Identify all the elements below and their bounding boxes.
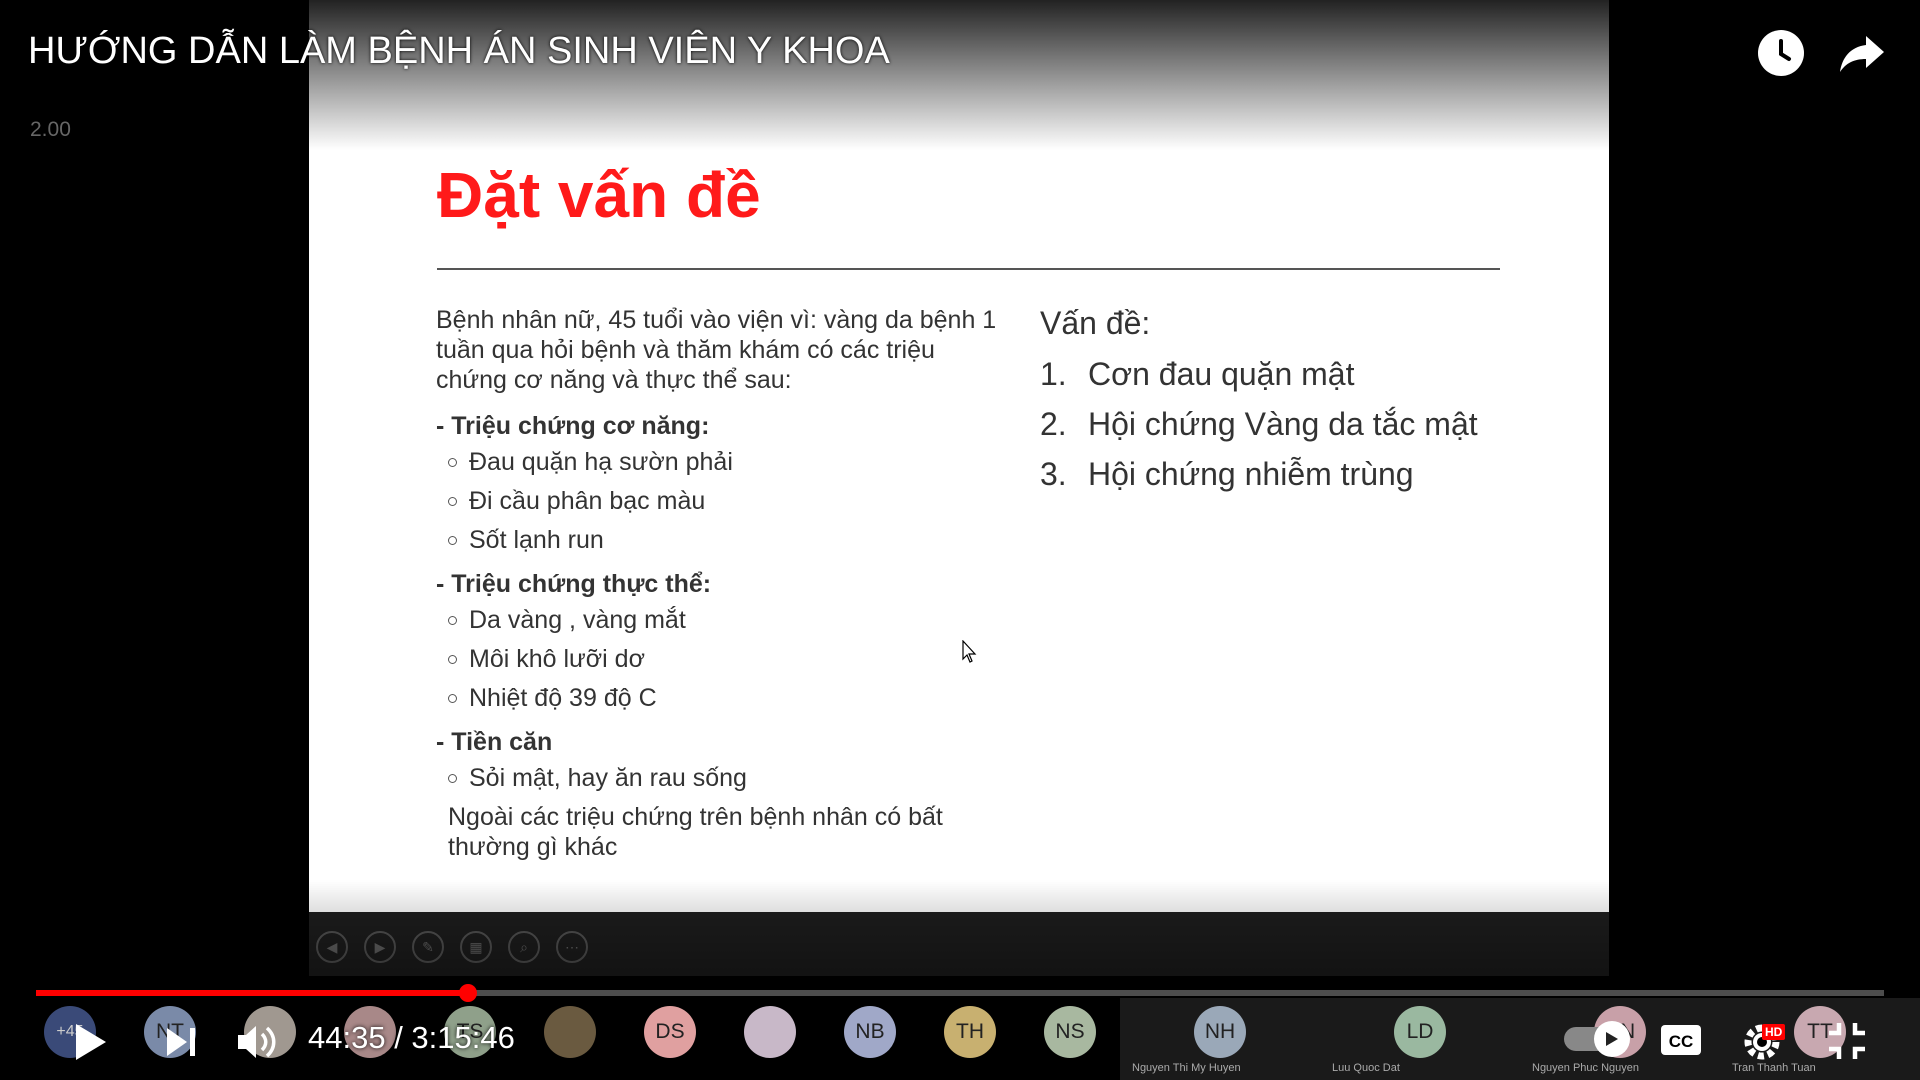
time-display: 44:35 / 3:15:46 [308, 1020, 515, 1055]
slide-left-column: Bệnh nhân nữ, 45 tuổi vào viện vì: vàng … [436, 305, 1006, 862]
playback-speed-label: 2.00 [30, 118, 71, 141]
participant-avatar[interactable]: NB [844, 1006, 896, 1058]
watch-later-icon[interactable] [1758, 30, 1804, 76]
bullet-item: Môi khô lưỡi dơ [448, 644, 1006, 674]
slide-divider [437, 268, 1500, 270]
problem-text: Hội chứng Vàng da tắc mật [1088, 406, 1478, 442]
share-icon[interactable] [1838, 32, 1886, 76]
bullet-text: Đi cầu phân bạc màu [469, 487, 706, 515]
slide-intro: Bệnh nhân nữ, 45 tuổi vào viện vì: vàng … [436, 306, 997, 394]
participant-avatar[interactable]: DS [644, 1006, 696, 1058]
participant-avatar[interactable] [744, 1006, 796, 1058]
progress-bar[interactable] [36, 984, 1884, 1002]
svg-text:CC: CC [1669, 1032, 1694, 1051]
bullet-item: Da vàng , vàng mắt [448, 605, 1006, 635]
video-player[interactable]: Đặt vấn đề Bệnh nhân nữ, 45 tuổi vào việ… [0, 0, 1920, 1080]
bullet-icon [448, 535, 457, 545]
participant-name: Nguyen Phuc Nguyen [1532, 1062, 1640, 1074]
slide-title: Đặt vấn đề [437, 159, 761, 231]
problem-number: 2. [1040, 406, 1067, 442]
captions-icon[interactable]: CC [1660, 1024, 1702, 1056]
clock-icon [1779, 39, 1791, 61]
play-icon[interactable] [74, 1022, 108, 1062]
participant-name: Nguyen Thi My Huyen [1132, 1062, 1241, 1074]
top-gradient [0, 0, 1920, 150]
problem-item: 1. Cơn đau quặn mật [1040, 356, 1560, 392]
section-heading: - Triệu chứng thực thể: [436, 570, 712, 598]
participant-avatar[interactable]: TH [944, 1006, 996, 1058]
problems-list: 1. Cơn đau quặn mật 2. Hội chứng Vàng da tắ… [1040, 356, 1560, 492]
mouse-cursor-icon [962, 640, 977, 663]
problem-text: Cơn đau quặn mật [1088, 356, 1355, 392]
slide-right-column: Vấn đề: 1. Cơn đau quặn mật 2. Hội chứng Và… [1040, 305, 1560, 506]
problem-item: 2. Hội chứng Vàng da tắc mật [1040, 406, 1560, 442]
participant-tile[interactable]: NH Nguyen Thi My Huyen [1120, 998, 1320, 1080]
autoplay-play-icon [1606, 1032, 1618, 1046]
hd-badge: HD [1762, 1024, 1786, 1040]
video-title[interactable]: HƯỚNG DẪN LÀM BỆNH ÁN SINH VIÊN Y KHOA [28, 30, 890, 73]
bullet-text: Sốt lạnh run [469, 526, 604, 554]
participant-tile[interactable]: LD Luu Quoc Dat [1320, 998, 1520, 1080]
bullet-icon [448, 615, 457, 625]
participants-strip: +45NTTSDSNBTHNSNHNguyen Thi My HuyenLDLu… [0, 998, 1920, 1080]
bullet-item: Sỏi mật, hay ăn rau sống [448, 763, 1006, 793]
participant-avatar[interactable]: NS [1044, 1006, 1096, 1058]
slide-tail-text: Ngoài các triệu chứng trên bệnh nhân có … [448, 803, 943, 861]
bullet-text: Đau quặn hạ sườn phải [469, 448, 733, 476]
bullet-icon [448, 496, 457, 506]
bullet-item: Đi cầu phân bạc màu [448, 486, 1006, 516]
participant-avatar: LD [1394, 1006, 1446, 1058]
bullet-text: Môi khô lưỡi dơ [469, 645, 645, 673]
bullet-icon [448, 693, 457, 703]
bullet-icon [448, 457, 457, 467]
participant-name: Luu Quoc Dat [1332, 1062, 1400, 1074]
problems-heading: Vấn đề: [1040, 305, 1151, 341]
bullet-text: Sỏi mật, hay ăn rau sống [469, 764, 747, 792]
exit-fullscreen-icon[interactable] [1826, 1020, 1868, 1062]
bullet-icon [448, 773, 457, 783]
bullet-item: Đau quặn hạ sườn phải [448, 447, 1006, 477]
bullet-icon [448, 654, 457, 664]
autoplay-toggle[interactable] [1564, 1021, 1630, 1057]
problem-text: Hội chứng nhiễm trùng [1088, 456, 1414, 492]
bullet-text: Nhiệt độ 39 độ C [469, 684, 657, 712]
autoplay-knob [1594, 1021, 1630, 1057]
problem-item: 3. Hội chứng nhiễm trùng [1040, 456, 1560, 492]
bullet-item: Nhiệt độ 39 độ C [448, 683, 1006, 713]
section-heading: - Tiền căn [436, 728, 553, 756]
problem-number: 3. [1040, 456, 1067, 492]
next-video-icon[interactable] [165, 1026, 197, 1058]
bullet-item: Sốt lạnh run [448, 525, 1006, 555]
section-heading: - Triệu chứng cơ năng: [436, 412, 710, 440]
bullet-text: Da vàng , vàng mắt [469, 606, 686, 634]
participant-avatar: NH [1194, 1006, 1246, 1058]
problem-number: 1. [1040, 356, 1067, 392]
volume-icon[interactable] [236, 1022, 280, 1062]
participant-avatar[interactable] [544, 1006, 596, 1058]
progress-played [36, 990, 469, 996]
